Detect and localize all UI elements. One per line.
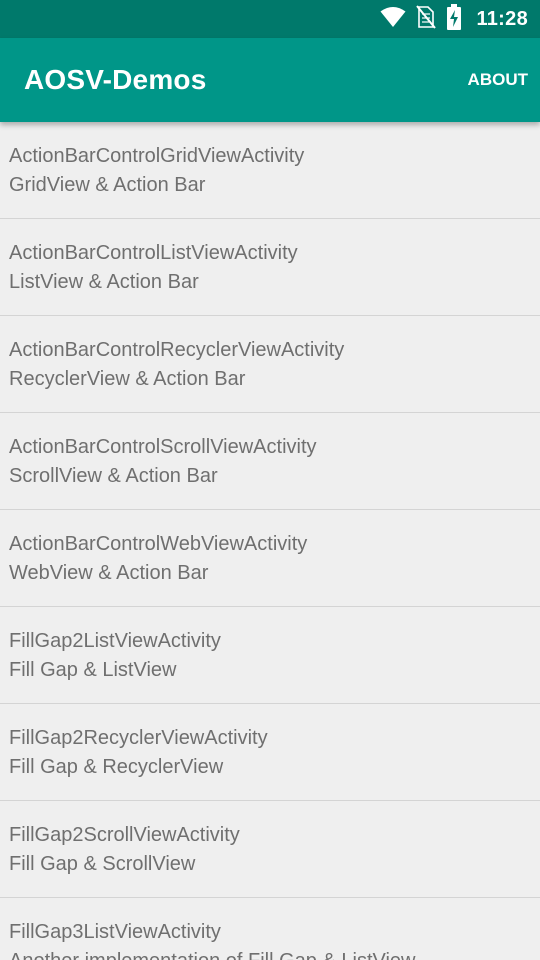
list-item[interactable]: ActionBarControlScrollViewActivity Scrol… bbox=[0, 413, 540, 510]
list-item-subtitle: Another implementation of Fill Gap & Lis… bbox=[9, 950, 416, 960]
no-sim-icon bbox=[416, 4, 437, 34]
status-icons: 11:28 bbox=[380, 0, 528, 38]
list-item-title: FillGap3ListViewActivity bbox=[9, 921, 221, 943]
list-item-subtitle: Fill Gap & ScrollView bbox=[9, 853, 196, 875]
status-bar: 11:28 bbox=[0, 0, 540, 38]
demo-list[interactable]: ActionBarControlGridViewActivity GridVie… bbox=[0, 122, 540, 960]
list-item-title: ActionBarControlRecyclerViewActivity bbox=[9, 339, 345, 361]
wifi-icon bbox=[380, 6, 406, 33]
list-item-subtitle: Fill Gap & ListView bbox=[9, 659, 177, 681]
list-item[interactable]: FillGap3ListViewActivity Another impleme… bbox=[0, 898, 540, 960]
list-item[interactable]: FillGap2RecyclerViewActivity Fill Gap & … bbox=[0, 704, 540, 801]
list-item-title: FillGap2ScrollViewActivity bbox=[9, 824, 240, 846]
list-item[interactable]: FillGap2ScrollViewActivity Fill Gap & Sc… bbox=[0, 801, 540, 898]
about-button[interactable]: ABOUT bbox=[468, 38, 528, 122]
list-item-title: ActionBarControlWebViewActivity bbox=[9, 533, 308, 555]
list-item-title: ActionBarControlScrollViewActivity bbox=[9, 436, 317, 458]
list-item-title: ActionBarControlListViewActivity bbox=[9, 242, 298, 264]
list-item-subtitle: ScrollView & Action Bar bbox=[9, 465, 218, 487]
list-item-subtitle: GridView & Action Bar bbox=[9, 174, 206, 196]
status-time: 11:28 bbox=[476, 7, 528, 30]
app-bar: AOSV-Demos ABOUT bbox=[0, 38, 540, 122]
battery-charging-icon bbox=[446, 3, 462, 35]
app-title: AOSV-Demos bbox=[24, 64, 207, 95]
list-item-subtitle: WebView & Action Bar bbox=[9, 562, 209, 584]
list-item-title: FillGap2RecyclerViewActivity bbox=[9, 727, 268, 749]
list-item[interactable]: ActionBarControlGridViewActivity GridVie… bbox=[0, 122, 540, 219]
list-item-subtitle: RecyclerView & Action Bar bbox=[9, 368, 246, 390]
list-item-subtitle: ListView & Action Bar bbox=[9, 271, 199, 293]
list-item[interactable]: ActionBarControlWebViewActivity WebView … bbox=[0, 510, 540, 607]
list-item-title: FillGap2ListViewActivity bbox=[9, 630, 221, 652]
list-item-subtitle: Fill Gap & RecyclerView bbox=[9, 756, 224, 778]
list-item[interactable]: FillGap2ListViewActivity Fill Gap & List… bbox=[0, 607, 540, 704]
list-item-title: ActionBarControlGridViewActivity bbox=[9, 145, 305, 167]
list-item[interactable]: ActionBarControlRecyclerViewActivity Rec… bbox=[0, 316, 540, 413]
list-item[interactable]: ActionBarControlListViewActivity ListVie… bbox=[0, 219, 540, 316]
